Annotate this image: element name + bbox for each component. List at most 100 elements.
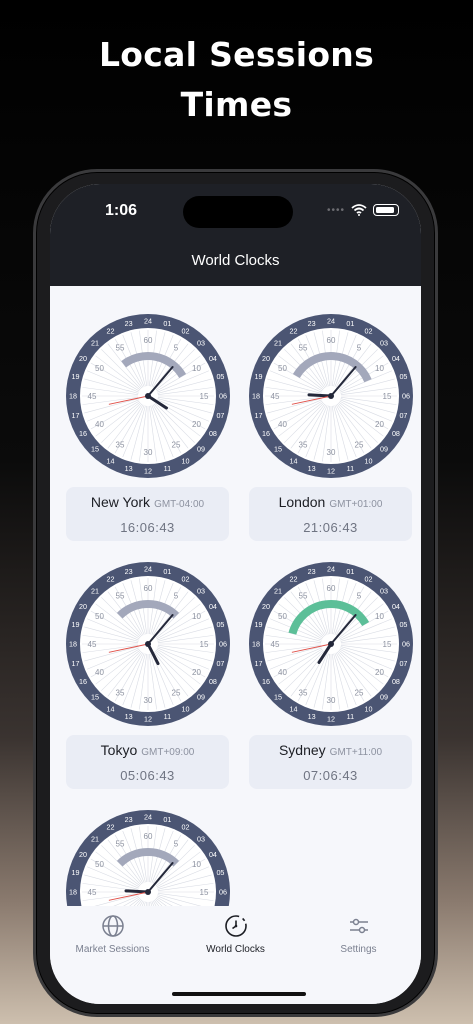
clock-center-pin [328, 641, 334, 647]
clock-time: 07:06:43 [303, 768, 358, 783]
hour-label: 16 [79, 677, 87, 686]
minute-label: 10 [192, 612, 201, 621]
minute-label: 20 [375, 668, 384, 677]
hour-label: 14 [290, 457, 298, 466]
hour-label: 19 [72, 372, 80, 381]
hour-label: 09 [380, 445, 388, 454]
hour-label: 01 [163, 319, 171, 328]
minute-label: 30 [144, 696, 153, 705]
hour-label: 19 [255, 372, 263, 381]
hour-label: 04 [392, 602, 400, 611]
clock-card[interactable]: Sydney GMT+11:00 07:06:43 [249, 735, 412, 789]
minute-label: 40 [278, 420, 287, 429]
minute-label: 55 [116, 344, 125, 353]
clock-card[interactable]: Tokyo GMT+09:00 05:06:43 [66, 735, 229, 789]
minute-label: 5 [357, 592, 362, 601]
hour-label: 15 [91, 445, 99, 454]
minute-label: 35 [299, 440, 308, 449]
minute-label: 10 [192, 364, 201, 373]
clock-card[interactable]: London GMT+01:00 21:06:43 [249, 487, 412, 541]
minute-label: 60 [327, 584, 336, 593]
clock-face: 2401020304050607080910111213141516171819… [249, 562, 413, 726]
hour-label: 05 [399, 372, 407, 381]
hour-label: 16 [79, 429, 87, 438]
hour-label: 06 [402, 392, 410, 401]
hour-label: 22 [107, 823, 115, 832]
phone-screen: 1:06 •••• World Clocks 24 01 02 03 04 05 06 07 0… [50, 184, 421, 1004]
hour-label: 09 [197, 445, 205, 454]
hour-label: 02 [182, 327, 190, 336]
hour-label: 05 [216, 620, 224, 629]
clock-center-pin [328, 393, 334, 399]
tab-settings[interactable]: Settings [297, 914, 420, 955]
clock-time: 16:06:43 [120, 520, 175, 535]
status-time: 1:06 [105, 202, 138, 219]
tab-world-clocks[interactable]: World Clocks [174, 914, 297, 955]
hour-label: 05 [399, 620, 407, 629]
minute-label: 15 [200, 888, 209, 897]
hour-label: 20 [79, 602, 87, 611]
nav-bar: World Clocks [50, 242, 421, 286]
hour-label: 11 [347, 464, 354, 473]
minute-label: 25 [355, 688, 364, 697]
hour-label: 23 [125, 319, 133, 328]
minute-label: 55 [116, 592, 125, 601]
minute-label: 30 [327, 448, 336, 457]
hour-label: 20 [79, 850, 87, 859]
hour-label: 11 [347, 712, 354, 721]
hour-label: 02 [365, 575, 373, 584]
tab-market-sessions[interactable]: Market Sessions [51, 914, 174, 955]
hour-hand [124, 889, 150, 894]
hour-label: 21 [274, 339, 282, 348]
minute-label: 35 [299, 688, 308, 697]
hour-label: 20 [79, 354, 87, 363]
hour-label: 08 [209, 429, 217, 438]
hour-label: 05 [216, 868, 224, 877]
minute-label: 60 [144, 584, 153, 593]
hour-label: 04 [209, 602, 217, 611]
hour-label: 10 [365, 457, 373, 466]
clock-card[interactable]: New York GMT-04:00 16:06:43 [66, 487, 229, 541]
battery-icon [373, 204, 399, 216]
hour-label: 11 [164, 464, 171, 473]
minute-label: 50 [278, 612, 287, 621]
hour-label: 23 [125, 815, 133, 824]
hour-label: 03 [197, 835, 205, 844]
minute-label: 20 [192, 668, 201, 677]
hour-label: 07 [399, 411, 407, 420]
clock-gmt-offset: GMT+11:00 [329, 747, 383, 758]
clock-face: 2401020304050607080910111213141516171819… [66, 562, 230, 726]
minute-label: 55 [299, 344, 308, 353]
hour-label: 14 [107, 705, 115, 714]
hour-label: 13 [308, 712, 316, 721]
hour-label: 12 [144, 715, 152, 724]
tab-bar: Market Sessions World Clocks Settings [50, 906, 421, 1004]
hour-label: 06 [219, 888, 227, 897]
headline-line-1: Local Sessions [98, 35, 375, 74]
clock-time: 05:06:43 [120, 768, 175, 783]
hour-label: 20 [262, 602, 270, 611]
tab-label: Settings [340, 944, 377, 955]
minute-label: 50 [95, 860, 104, 869]
headline: Local Sessions Times [0, 30, 473, 130]
hour-label: 22 [290, 327, 298, 336]
tab-label: World Clocks [206, 944, 265, 955]
minute-label: 30 [327, 696, 336, 705]
clock-center-pin [145, 641, 151, 647]
minute-label: 50 [95, 364, 104, 373]
minute-label: 50 [278, 364, 287, 373]
hour-label: 14 [290, 705, 298, 714]
minute-label: 15 [200, 392, 209, 401]
minute-label: 55 [116, 840, 125, 849]
hour-label: 09 [380, 693, 388, 702]
nav-title: World Clocks [191, 252, 280, 269]
hour-label: 24 [327, 317, 335, 326]
hour-label: 03 [197, 339, 205, 348]
minute-label: 55 [299, 592, 308, 601]
clocks-grid[interactable]: 24 01 02 03 04 05 06 07 08 09 10 11 12 13 14 15 16 17 18 19… [50, 286, 421, 906]
hour-label: 17 [72, 411, 80, 420]
hour-label: 10 [182, 705, 190, 714]
hour-label: 16 [262, 677, 270, 686]
hour-label: 16 [262, 429, 270, 438]
clock-face: 2401020304050607080910111213141516171819… [66, 810, 230, 906]
